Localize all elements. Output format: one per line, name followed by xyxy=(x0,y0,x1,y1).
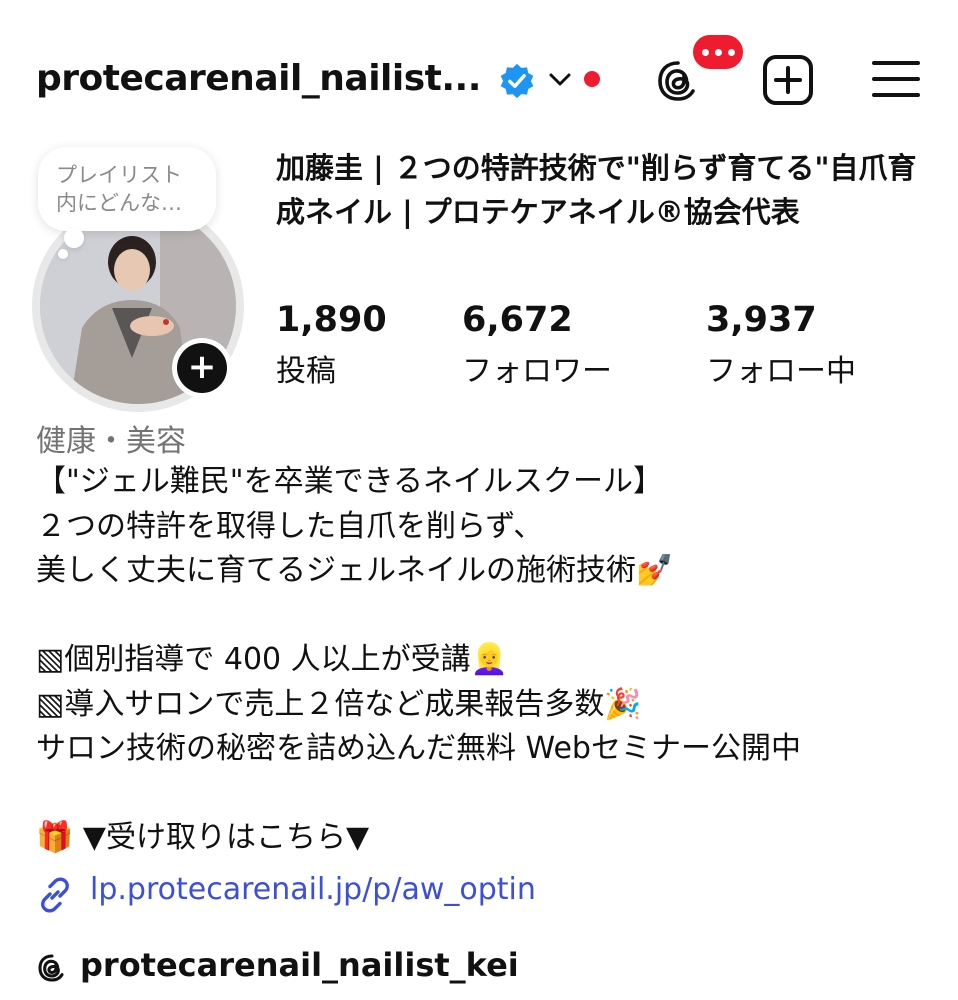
link-icon xyxy=(41,877,69,913)
posts-label[interactable]: 投稿 xyxy=(276,346,336,390)
profile-category: 健康・美容 xyxy=(36,424,186,459)
posts-count[interactable]: 1,890 xyxy=(276,300,387,340)
account-alert-dot xyxy=(584,71,600,87)
note-bubble-tail-small xyxy=(58,249,68,259)
create-plus-icon[interactable] xyxy=(762,54,814,106)
menu-icon[interactable] xyxy=(872,59,920,99)
followers-label[interactable]: フォロワー xyxy=(462,346,612,390)
threads-badge-icon[interactable] xyxy=(36,952,68,984)
profile-note-bubble[interactable]: プレイリスト 内にどんな… xyxy=(38,147,216,231)
threads-notification-badge[interactable] xyxy=(690,32,746,72)
threads-handle-link[interactable]: protecarenail_nailist_kei xyxy=(80,946,519,984)
note-bubble-tail xyxy=(64,228,84,248)
verified-badge-icon xyxy=(500,63,534,99)
profile-username[interactable]: protecarenail_nailist... xyxy=(36,58,481,99)
profile-bio: 【"ジェル難民"を卒業できるネイルスクール】 ２つの特許を取得した自爪を削らず、… xyxy=(36,464,801,855)
profile-display-name: 加藤圭 | ２つの特許技術で"削らず育てる"自爪育成ネイル | プロテケアネイル… xyxy=(276,151,917,229)
following-count[interactable]: 3,937 xyxy=(706,300,817,340)
plus-icon: + xyxy=(177,343,227,393)
following-label[interactable]: フォロー中 xyxy=(706,346,856,390)
profile-link[interactable]: lp.protecarenail.jp/p/aw_optin xyxy=(90,872,536,907)
chevron-down-icon[interactable] xyxy=(548,72,572,88)
followers-count[interactable]: 6,672 xyxy=(462,300,573,340)
add-story-button[interactable]: + xyxy=(172,338,232,398)
